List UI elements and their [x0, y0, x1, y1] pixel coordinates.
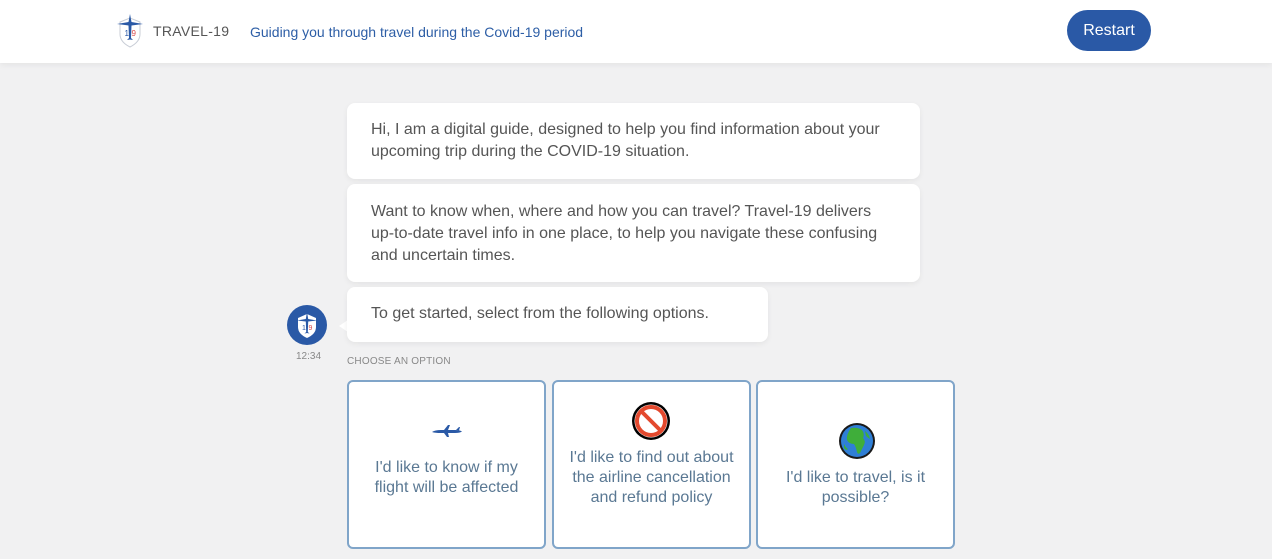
option-refund-policy[interactable]: I'd like to find out about the airline c…	[552, 380, 751, 549]
chat-message: Want to know when, where and how you can…	[347, 184, 920, 282]
option-label: I'd like to travel, is it possible?	[785, 469, 926, 506]
top-header: 1 9 TRAVEL-19 Guiding you through travel…	[0, 0, 1272, 63]
svg-text:9: 9	[132, 29, 137, 38]
message-timestamp: 12:34	[296, 351, 322, 362]
option-flight-affected[interactable]: I'd like to know if my flight will be af…	[347, 380, 546, 549]
airplane-icon	[432, 425, 462, 437]
chat-message: Hi, I am a digital guide, designed to he…	[347, 103, 920, 179]
bot-avatar-icon: 1 9	[287, 305, 327, 345]
plane-shield-logo-icon[interactable]: 1 9	[116, 14, 144, 48]
svg-text:1: 1	[125, 29, 130, 38]
options-heading: CHOOSE AN OPTION	[347, 356, 451, 367]
globe-icon	[839, 423, 875, 459]
svg-text:1: 1	[302, 325, 306, 332]
option-label: I'd like to know if my flight will be af…	[374, 459, 519, 496]
svg-text:9: 9	[309, 325, 313, 332]
brand-name[interactable]: TRAVEL-19	[153, 23, 229, 39]
restart-button[interactable]: Restart	[1067, 10, 1151, 51]
prohibited-icon	[632, 402, 670, 440]
tagline: Guiding you through travel during the Co…	[250, 24, 584, 40]
chat-message: To get started, select from the followin…	[347, 287, 768, 342]
option-travel-possible[interactable]: I'd like to travel, is it possible?	[756, 380, 955, 549]
option-label: I'd like to find out about the airline c…	[569, 449, 734, 506]
